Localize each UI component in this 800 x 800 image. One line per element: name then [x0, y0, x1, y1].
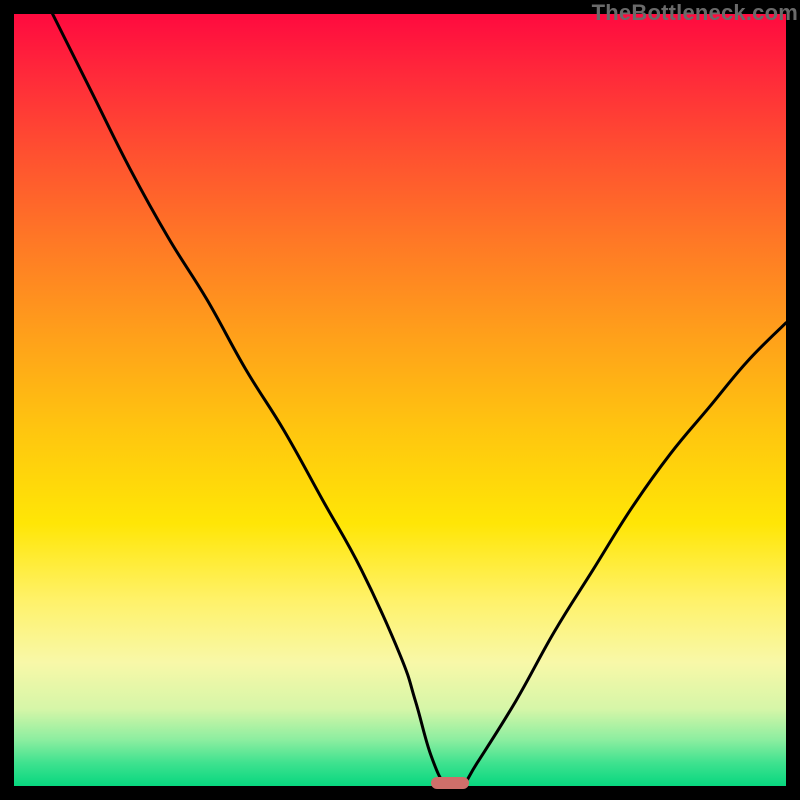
- bottleneck-curve: [14, 14, 786, 786]
- chart-frame: TheBottleneck.com: [0, 0, 800, 800]
- optimal-marker: [431, 777, 470, 789]
- plot-area: [14, 14, 786, 786]
